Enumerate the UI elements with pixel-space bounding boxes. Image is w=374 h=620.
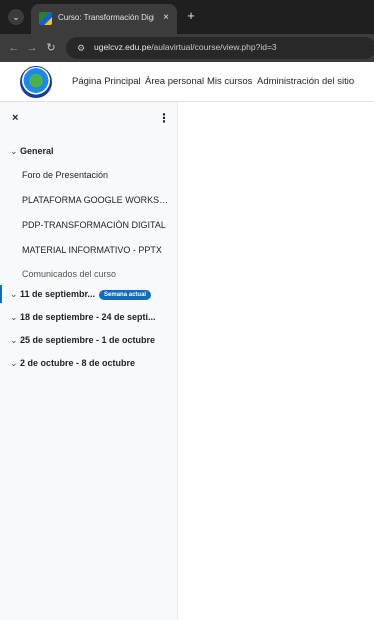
nav-link-home[interactable]: Página Principal bbox=[72, 76, 141, 87]
url-path: /aulavirtual/course/view.php?id=3 bbox=[151, 42, 277, 52]
tab-search-chevron-icon[interactable]: ⌄ bbox=[8, 9, 24, 25]
section-week-2[interactable]: ⌄ 18 de septiembre - 24 de septi... bbox=[10, 312, 156, 323]
current-section-indicator bbox=[0, 285, 2, 303]
nav-link-my-courses[interactable]: Mis cursos bbox=[207, 76, 252, 87]
browser-tab[interactable]: Curso: Transformación Digital / × bbox=[31, 4, 177, 34]
activity-item[interactable]: Comunicados del curso bbox=[22, 269, 172, 279]
section-title: 2 de octubre - 8 de octubre bbox=[20, 358, 136, 368]
section-title: General bbox=[20, 146, 54, 156]
url-host: ugelcvz.edu.pe bbox=[94, 42, 152, 52]
new-tab-button[interactable]: + bbox=[183, 8, 199, 24]
current-week-badge: Semana actual bbox=[99, 290, 152, 300]
site-logo[interactable] bbox=[20, 66, 52, 98]
drawer-menu-icon[interactable]: ⋮ bbox=[158, 111, 170, 125]
site-navbar: Página Principal Área personal Mis curso… bbox=[0, 62, 374, 102]
chevron-down-icon[interactable]: ⌄ bbox=[10, 335, 20, 346]
reload-icon[interactable]: ↻ bbox=[43, 40, 59, 56]
back-icon[interactable]: ← bbox=[6, 40, 22, 56]
course-index-drawer: × ⋮ ⌄ General Foro de Presentación PLATAF… bbox=[0, 102, 178, 620]
nav-link-dashboard[interactable]: Área personal bbox=[145, 76, 204, 87]
tab-close-icon[interactable]: × bbox=[159, 11, 173, 25]
site-favicon-icon bbox=[39, 12, 52, 25]
section-title: 18 de septiembre - 24 de septi... bbox=[20, 312, 156, 322]
chevron-down-icon[interactable]: ⌄ bbox=[10, 312, 20, 323]
section-week-3[interactable]: ⌄ 25 de septiembre - 1 de octubre bbox=[10, 335, 155, 346]
chevron-down-icon[interactable]: ⌄ bbox=[10, 358, 20, 369]
activity-item[interactable]: PLATAFORMA GOOGLE WORKSPACE bbox=[22, 195, 172, 205]
section-title: 25 de septiembre - 1 de octubre bbox=[20, 335, 156, 345]
chevron-down-icon[interactable]: ⌄ bbox=[10, 289, 20, 300]
address-bar[interactable]: ⚙ ugelcvz.edu.pe/aulavirtual/course/view… bbox=[66, 37, 374, 59]
activity-item[interactable]: MATERIAL INFORMATIVO - PPTX bbox=[22, 245, 172, 255]
browser-tab-bar: ⌄ Curso: Transformación Digital / × + bbox=[0, 0, 374, 34]
section-week-4[interactable]: ⌄ 2 de octubre - 8 de octubre bbox=[10, 358, 135, 369]
section-week-1[interactable]: ⌄ 11 de septiembr... Semana actual bbox=[10, 289, 152, 300]
activity-item[interactable]: Foro de Presentación bbox=[22, 170, 172, 180]
site-info-icon[interactable]: ⚙ bbox=[74, 41, 88, 55]
section-title: 11 de septiembr... bbox=[20, 289, 96, 299]
tab-title: Curso: Transformación Digital / bbox=[58, 13, 154, 22]
url-text: ugelcvz.edu.pe/aulavirtual/course/view.p… bbox=[94, 42, 277, 52]
chevron-down-icon[interactable]: ⌄ bbox=[10, 146, 20, 157]
nav-link-site-admin[interactable]: Administración del sitio bbox=[257, 76, 354, 87]
main-content-area bbox=[179, 102, 374, 620]
forward-icon[interactable]: → bbox=[24, 40, 40, 56]
close-drawer-icon[interactable]: × bbox=[12, 112, 24, 124]
browser-toolbar: ← → ↻ ⚙ ugelcvz.edu.pe/aulavirtual/cours… bbox=[0, 34, 374, 62]
section-general[interactable]: ⌄ General bbox=[10, 146, 54, 157]
activity-item[interactable]: PDP-TRANSFORMACIÓN DIGITAL bbox=[22, 220, 172, 230]
